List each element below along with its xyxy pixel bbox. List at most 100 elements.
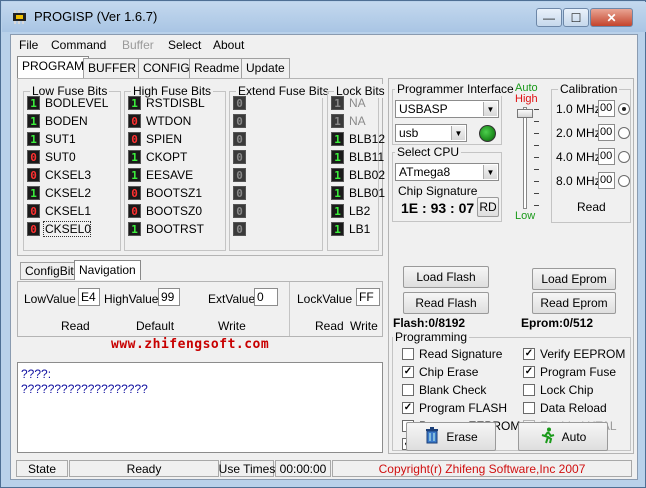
- lock-bit-toggle[interactable]: 1: [331, 132, 344, 146]
- calibration-value-field[interactable]: 00: [598, 148, 615, 165]
- port-select[interactable]: usb ▼: [395, 124, 467, 142]
- fuse-bit-label: LB1: [349, 222, 371, 236]
- lock-bit-toggle[interactable]: 1: [331, 204, 344, 218]
- auto-button[interactable]: Auto: [518, 422, 608, 451]
- select-cpu-group: Select CPU ATmega8 ▼ Chip Signature 1E : …: [392, 145, 502, 222]
- fuse-read-button[interactable]: Read: [61, 319, 90, 333]
- fuse-bit-toggle[interactable]: 0: [27, 168, 40, 182]
- fuse-bit-toggle[interactable]: 0: [128, 132, 141, 146]
- option-checkbox[interactable]: ✓: [523, 348, 535, 360]
- fuse-bit-toggle[interactable]: 1: [27, 96, 40, 110]
- fuse-bit-toggle[interactable]: 1: [128, 150, 141, 164]
- fuse-bit-toggle[interactable]: 0: [233, 168, 246, 182]
- calibration-value-field[interactable]: 00: [598, 124, 615, 141]
- eprom-status: Eprom:0/512: [521, 316, 594, 330]
- fuse-bit-toggle[interactable]: 0: [233, 204, 246, 218]
- lock-bit-toggle[interactable]: 1: [331, 96, 344, 110]
- calibration-value-field[interactable]: 00: [598, 100, 615, 117]
- menu-command[interactable]: Command: [51, 38, 106, 52]
- fuse-bit-toggle[interactable]: 0: [233, 150, 246, 164]
- option-checkbox[interactable]: [523, 384, 535, 396]
- fuse-bit-toggle[interactable]: 1: [128, 222, 141, 236]
- programmer-interface-group: Programmer Interface USBASP ▼ usb ▼: [392, 82, 516, 145]
- lock-bit-toggle[interactable]: 1: [331, 114, 344, 128]
- fuse-bit-toggle[interactable]: 0: [27, 150, 40, 164]
- fuse-bit-toggle[interactable]: 0: [233, 132, 246, 146]
- menu-file[interactable]: File: [19, 38, 38, 52]
- option-checkbox[interactable]: ✓: [523, 366, 535, 378]
- fuse-bit-toggle[interactable]: 0: [233, 222, 246, 236]
- tab-program[interactable]: PROGRAM: [17, 56, 90, 78]
- option-checkbox[interactable]: ✓: [402, 402, 414, 414]
- progisp-window: PROGISP (Ver 1.6.7) — ☐ ✕ File Command B…: [0, 0, 646, 488]
- fuse-bit-toggle[interactable]: 1: [128, 96, 141, 110]
- fuse-bit-label: BOOTRST: [146, 222, 205, 236]
- tab-buffer[interactable]: BUFFER: [83, 58, 141, 78]
- option-checkbox[interactable]: ✓: [402, 366, 414, 378]
- calibration-radio[interactable]: [618, 175, 630, 187]
- calibration-value-field[interactable]: 00: [598, 172, 615, 189]
- menu-buffer[interactable]: Buffer: [122, 38, 154, 52]
- website-link[interactable]: www.zhifengsoft.com: [111, 337, 269, 352]
- tab-navigation[interactable]: Navigation: [74, 260, 141, 280]
- fuse-bit-label: RSTDISBL: [146, 96, 205, 110]
- fuse-write-button[interactable]: Write: [218, 319, 246, 333]
- fuse-bit-label: BOOTSZ1: [146, 186, 203, 200]
- lock-value-field[interactable]: FF: [356, 288, 380, 306]
- ext-value-field[interactable]: 0: [254, 288, 278, 306]
- fuse-bit-toggle[interactable]: 0: [128, 114, 141, 128]
- fuse-bit-label: BOOTSZ0: [146, 204, 203, 218]
- menu-select[interactable]: Select: [168, 38, 201, 52]
- programmer-select[interactable]: USBASP ▼: [395, 100, 499, 118]
- fuse-bit-toggle[interactable]: 0: [27, 204, 40, 218]
- calibration-radio[interactable]: [618, 151, 630, 163]
- read-flash-button[interactable]: Read Flash: [403, 292, 489, 314]
- low-value-field[interactable]: E4: [78, 288, 100, 306]
- load-flash-button[interactable]: Load Flash: [403, 266, 489, 288]
- calibration-read-button[interactable]: Read: [577, 200, 606, 214]
- menu-about[interactable]: About: [213, 38, 244, 52]
- fuse-bit-toggle[interactable]: 0: [233, 186, 246, 200]
- slider-thumb[interactable]: [517, 109, 533, 118]
- maximize-button[interactable]: ☐: [563, 8, 589, 27]
- log-area[interactable]: ????: ???????????????????: [17, 362, 383, 453]
- cpu-select[interactable]: ATmega8 ▼: [395, 163, 499, 181]
- lock-bit-toggle[interactable]: 1: [331, 168, 344, 182]
- title-bar[interactable]: PROGISP (Ver 1.6.7) — ☐ ✕: [2, 2, 646, 32]
- fuse-bit-toggle[interactable]: 1: [27, 114, 40, 128]
- tab-update[interactable]: Update: [241, 58, 290, 78]
- high-value-field[interactable]: 99: [158, 288, 180, 306]
- minimize-button[interactable]: —: [536, 8, 562, 27]
- close-button[interactable]: ✕: [590, 8, 633, 27]
- fuse-bit-toggle[interactable]: 1: [27, 186, 40, 200]
- fuse-bit-toggle[interactable]: 0: [128, 204, 141, 218]
- fuse-bit-toggle[interactable]: 1: [27, 132, 40, 146]
- fuse-bit-toggle[interactable]: 0: [233, 96, 246, 110]
- fuse-bit-toggle[interactable]: 0: [27, 222, 40, 236]
- speed-slider[interactable]: Auto High Low: [510, 81, 546, 223]
- lock-bit-toggle[interactable]: 1: [331, 222, 344, 236]
- lock-write-button[interactable]: Write: [350, 319, 378, 333]
- load-eprom-button[interactable]: Load Eprom: [532, 268, 616, 290]
- fuse-bit-label: BLB11: [349, 150, 385, 164]
- lock-read-button[interactable]: Read: [315, 319, 344, 333]
- tab-readme[interactable]: Readme: [189, 58, 245, 78]
- tab-config[interactable]: CONFIG: [138, 58, 195, 78]
- erase-button[interactable]: Erase: [406, 422, 496, 451]
- low-fuse-group: Low Fuse Bits 1 BODLEVEL 1 BODEN 1 SUT1 0 SUT0 0…: [23, 84, 121, 251]
- option-checkbox[interactable]: [402, 384, 414, 396]
- tab-configbit[interactable]: ConfigBit: [20, 262, 79, 280]
- fuse-bit-toggle[interactable]: 1: [128, 168, 141, 182]
- lock-bit-toggle[interactable]: 1: [331, 186, 344, 200]
- read-signature-button[interactable]: RD: [477, 197, 499, 217]
- option-checkbox[interactable]: [402, 348, 414, 360]
- lock-bit-toggle[interactable]: 1: [331, 150, 344, 164]
- calibration-radio[interactable]: [618, 127, 630, 139]
- fuse-default-button[interactable]: Default: [136, 319, 174, 333]
- calibration-radio[interactable]: [618, 103, 630, 115]
- option-checkbox[interactable]: [523, 402, 535, 414]
- read-eprom-button[interactable]: Read Eprom: [532, 292, 616, 314]
- read-flash-label: Read Flash: [415, 296, 477, 310]
- fuse-bit-toggle[interactable]: 0: [128, 186, 141, 200]
- fuse-bit-toggle[interactable]: 0: [233, 114, 246, 128]
